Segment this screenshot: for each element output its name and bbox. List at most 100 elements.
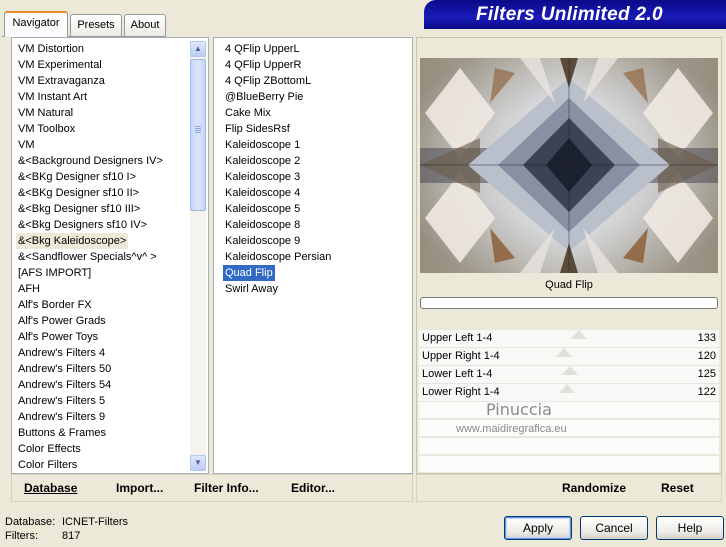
param-label: Upper Left 1-4 bbox=[422, 332, 493, 344]
chevron-down-icon[interactable]: ▼ bbox=[190, 455, 206, 471]
filter-item[interactable]: Kaleidoscope Persian bbox=[223, 249, 333, 265]
database-status-label: Database: bbox=[5, 516, 56, 528]
param-slider[interactable]: Lower Right 1-4 122 bbox=[419, 383, 719, 401]
tab-label: About bbox=[130, 19, 160, 31]
reset-label: Reset bbox=[661, 481, 694, 495]
param-value: 133 bbox=[697, 332, 716, 344]
randomize-button[interactable]: Randomize bbox=[562, 480, 626, 496]
apply-button[interactable]: Apply bbox=[504, 516, 572, 540]
filter-item[interactable]: Kaleidoscope 9 bbox=[223, 233, 302, 249]
category-item[interactable]: Andrew's Filters 5 bbox=[16, 393, 107, 409]
filters-status-label: Filters: bbox=[5, 530, 38, 542]
filter-item[interactable]: Kaleidoscope 2 bbox=[223, 153, 302, 169]
category-item[interactable]: VM Experimental bbox=[16, 57, 104, 73]
cancel-button[interactable]: Cancel bbox=[580, 516, 648, 540]
filter-item[interactable]: Quad Flip bbox=[223, 265, 275, 281]
kaleidoscope-preview bbox=[420, 58, 718, 273]
category-item[interactable]: &<Bkg Kaleidoscope> bbox=[16, 233, 129, 249]
category-item[interactable]: VM bbox=[16, 137, 37, 153]
category-item[interactable]: &<Background Designers IV> bbox=[16, 153, 165, 169]
filter-item[interactable]: Cake Mix bbox=[223, 105, 273, 121]
database-status-value: ICNET-Filters bbox=[62, 516, 128, 528]
param-value: 125 bbox=[697, 368, 716, 380]
param-slider[interactable]: Upper Left 1-4 133 bbox=[419, 329, 719, 347]
database-label: Database bbox=[24, 481, 78, 495]
category-item[interactable]: VM Natural bbox=[16, 105, 75, 121]
filter-item[interactable]: 4 QFlip UpperL bbox=[223, 41, 302, 57]
help-button[interactable]: Help bbox=[656, 516, 724, 540]
progress-bar bbox=[420, 297, 718, 309]
category-item[interactable]: VM Extravaganza bbox=[16, 73, 107, 89]
category-item[interactable]: Andrew's Filters 54 bbox=[16, 377, 113, 393]
chevron-up-icon[interactable]: ▲ bbox=[190, 41, 206, 57]
filter-item[interactable]: Kaleidoscope 5 bbox=[223, 201, 302, 217]
filter-item[interactable]: @BlueBerry Pie bbox=[223, 89, 305, 105]
category-item[interactable]: Andrew's Filters 4 bbox=[16, 345, 107, 361]
database-button[interactable]: Database bbox=[24, 480, 77, 496]
category-item[interactable]: &<Bkg Designers sf10 IV> bbox=[16, 217, 149, 233]
param-value: 122 bbox=[697, 386, 716, 398]
reset-button[interactable]: Reset bbox=[661, 480, 694, 496]
tab-about[interactable]: About bbox=[124, 14, 166, 36]
filter-item[interactable]: Kaleidoscope 8 bbox=[223, 217, 302, 233]
tab-navigator[interactable]: Navigator bbox=[4, 11, 68, 37]
category-item[interactable]: &<BKg Designer sf10 II> bbox=[16, 185, 141, 201]
param-slider[interactable]: Lower Left 1-4 125 bbox=[419, 365, 719, 383]
category-item[interactable]: Andrew's Filters 9 bbox=[16, 409, 107, 425]
filter-info-button[interactable]: Filter Info... bbox=[194, 480, 259, 496]
param-label: Lower Right 1-4 bbox=[422, 386, 500, 398]
current-filter-name: Quad Flip bbox=[420, 275, 718, 295]
category-item[interactable]: &<Bkg Designer sf10 III> bbox=[16, 201, 142, 217]
category-item[interactable]: [AFS IMPORT] bbox=[16, 265, 93, 281]
slider-thumb[interactable] bbox=[562, 366, 578, 375]
filter-item[interactable]: 4 QFlip UpperR bbox=[223, 57, 303, 73]
filter-item[interactable]: Kaleidoscope 4 bbox=[223, 185, 302, 201]
filter-item[interactable]: Kaleidoscope 1 bbox=[223, 137, 302, 153]
editor-label: Editor... bbox=[291, 481, 336, 495]
filter-item[interactable]: 4 QFlip ZBottomL bbox=[223, 73, 313, 89]
category-item[interactable]: VM Instant Art bbox=[16, 89, 89, 105]
filter-item[interactable]: Swirl Away bbox=[223, 281, 280, 297]
filter-item[interactable]: Flip SidesRsf bbox=[223, 121, 292, 137]
category-scrollbar[interactable]: ▲ ▼ bbox=[190, 41, 206, 471]
scrollbar-thumb[interactable] bbox=[190, 59, 206, 211]
slider-thumb[interactable] bbox=[556, 348, 572, 357]
filter-info-label: Filter Info... bbox=[194, 481, 259, 495]
empty-slot bbox=[419, 437, 719, 454]
category-list[interactable]: VM Distortion VM Experimental VM Extravaga… bbox=[11, 37, 209, 474]
grip-icon bbox=[195, 126, 201, 127]
editor-button[interactable]: Editor... bbox=[291, 480, 335, 496]
category-item[interactable]: Andrew's Filters 50 bbox=[16, 361, 113, 377]
watermark-url: www.maidiregrafica.eu bbox=[456, 423, 567, 435]
empty-slot bbox=[419, 455, 719, 472]
category-item[interactable]: VM Distortion bbox=[16, 41, 86, 57]
category-item[interactable]: Buttons & Frames bbox=[16, 425, 108, 441]
app-banner: Filters Unlimited 2.0 bbox=[424, 0, 726, 29]
import-button[interactable]: Import... bbox=[116, 480, 163, 496]
category-item[interactable]: Color Effects bbox=[16, 441, 83, 457]
category-item[interactable]: Alf's Power Toys bbox=[16, 329, 100, 345]
slider-thumb[interactable] bbox=[559, 384, 575, 393]
param-label: Lower Left 1-4 bbox=[422, 368, 493, 380]
app-title: Filters Unlimited 2.0 bbox=[476, 4, 663, 25]
filter-list[interactable]: 4 QFlip UpperL 4 QFlip UpperR 4 QFlip ZBot… bbox=[213, 37, 413, 474]
param-value: 120 bbox=[697, 350, 716, 362]
param-slider[interactable]: Upper Right 1-4 120 bbox=[419, 347, 719, 365]
category-item[interactable]: Color Filters bbox=[16, 457, 79, 473]
tab-presets[interactable]: Presets bbox=[70, 14, 122, 36]
slider-thumb[interactable] bbox=[571, 330, 587, 339]
randomize-label: Randomize bbox=[562, 481, 627, 495]
category-item[interactable]: VM Toolbox bbox=[16, 121, 77, 137]
category-item[interactable]: Alf's Border FX bbox=[16, 297, 94, 313]
filter-item[interactable]: Kaleidoscope 3 bbox=[223, 169, 302, 185]
watermark-name: Pinuccia bbox=[486, 400, 552, 419]
filters-status-value: 817 bbox=[62, 530, 81, 542]
import-label: Import... bbox=[116, 481, 164, 495]
tab-label: Presets bbox=[77, 19, 115, 31]
category-item[interactable]: AFH bbox=[16, 281, 42, 297]
preview-image bbox=[420, 58, 718, 273]
category-item[interactable]: &<BKg Designer sf10 I> bbox=[16, 169, 138, 185]
category-item[interactable]: &<Sandflower Specials^v^ > bbox=[16, 249, 159, 265]
category-item[interactable]: Alf's Power Grads bbox=[16, 313, 108, 329]
param-label: Upper Right 1-4 bbox=[422, 350, 500, 362]
